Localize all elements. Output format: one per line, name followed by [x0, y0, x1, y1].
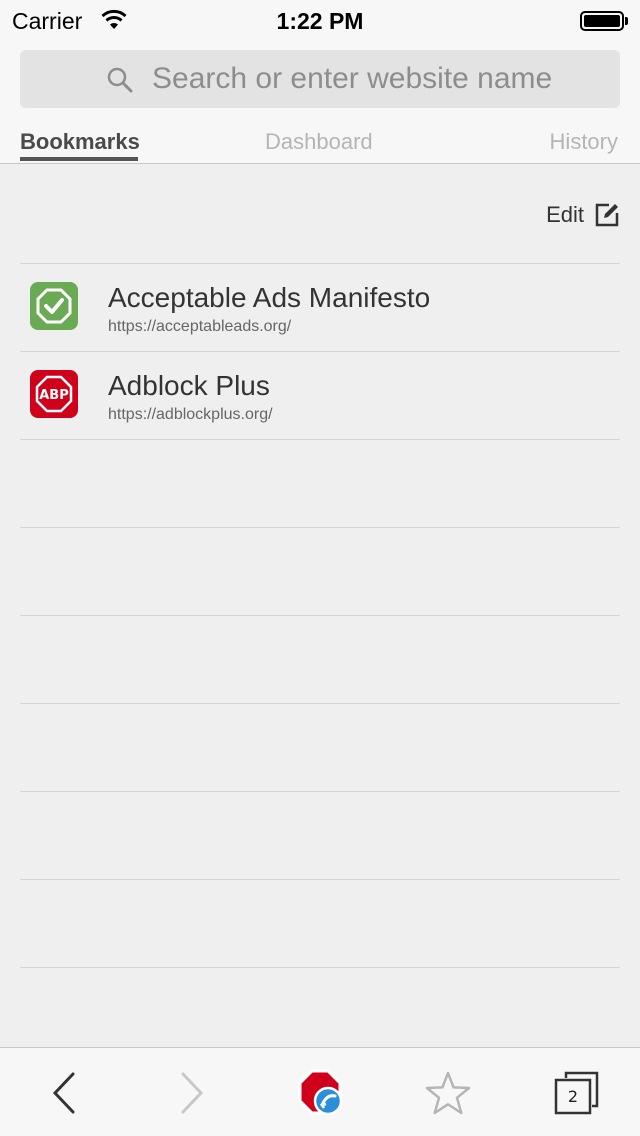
search-icon: [107, 67, 133, 93]
tabs-button[interactable]: 2: [546, 1048, 606, 1136]
bookmark-list: Acceptable Ads Manifesto https://accepta…: [20, 263, 620, 1136]
tab-bookmarks[interactable]: Bookmarks: [20, 129, 140, 155]
back-button[interactable]: [34, 1048, 94, 1136]
edit-icon: [595, 203, 619, 227]
tabs-icon: 2: [554, 1071, 599, 1114]
empty-row: [20, 439, 620, 527]
svg-text:ABP: ABP: [39, 388, 69, 403]
bookmark-title: Adblock Plus: [108, 370, 270, 401]
search-input[interactable]: Search or enter website name: [20, 50, 620, 108]
bookmark-star-button[interactable]: [418, 1048, 478, 1136]
tab-history[interactable]: History: [550, 129, 618, 155]
empty-row: [20, 527, 620, 615]
clock: 1:22 PM: [276, 8, 364, 34]
bookmark-url: https://adblockplus.org/: [108, 406, 273, 423]
empty-row: [20, 967, 620, 1055]
bookmark-row-acceptable-ads[interactable]: Acceptable Ads Manifesto https://accepta…: [20, 263, 620, 351]
status-bar: Carrier 1:22 PM: [0, 0, 640, 40]
acceptable-ads-icon: [30, 282, 78, 330]
adblock-browser-icon: [298, 1069, 343, 1115]
edit-label: Edit: [546, 202, 584, 227]
battery-icon: [580, 11, 628, 31]
bookmark-url: https://acceptableads.org/: [108, 318, 292, 335]
tab-dashboard[interactable]: Dashboard: [265, 129, 373, 155]
bookmark-title: Acceptable Ads Manifesto: [108, 282, 431, 313]
empty-row: [20, 879, 620, 967]
forward-button[interactable]: [162, 1048, 222, 1136]
chevron-right-icon: [181, 1072, 204, 1113]
abp-menu-button[interactable]: [288, 1048, 352, 1136]
chevron-left-icon: [52, 1072, 75, 1113]
search-placeholder: Search or enter website name: [152, 62, 553, 95]
top-bar: Carrier 1:22 PM Search or enter website …: [0, 0, 640, 164]
abp-icon: ABP: [30, 370, 78, 418]
empty-row: [20, 791, 620, 879]
bottom-toolbar: 2: [0, 1047, 640, 1136]
empty-row: [20, 615, 620, 703]
tab-count: 2: [568, 1087, 578, 1106]
active-tab-indicator: [20, 157, 138, 161]
star-icon: [425, 1071, 471, 1114]
edit-button[interactable]: Edit: [546, 200, 620, 230]
empty-row: [20, 703, 620, 791]
bookmark-row-adblock-plus[interactable]: ABP Adblock Plus https://adblockplus.org…: [20, 351, 620, 439]
